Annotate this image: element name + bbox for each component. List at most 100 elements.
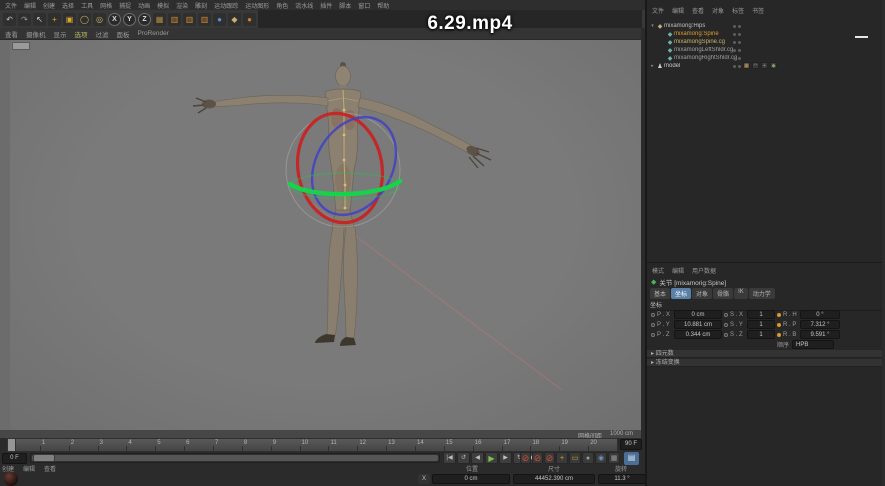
menu-item[interactable]: 渲染 <box>176 1 188 10</box>
timeline-tick[interactable]: 17 <box>502 439 531 451</box>
undo-icon[interactable]: ↶ <box>3 13 16 26</box>
visibility-dots[interactable] <box>733 57 741 60</box>
timeline-tick[interactable]: 9 <box>271 439 300 451</box>
object-row[interactable]: ◆ mixamorigRightShldr.cg <box>647 54 797 62</box>
anim-dot-sx[interactable] <box>724 313 728 317</box>
object-label[interactable]: mixamorigLeftShldr.cg <box>674 47 733 53</box>
attribute-menu-item[interactable]: 模式 <box>652 266 664 275</box>
object-manager-menu-item[interactable]: 查看 <box>692 6 704 15</box>
viewport-menu-item[interactable]: 面板 <box>117 29 130 39</box>
primitive-cube-icon[interactable]: ● <box>213 13 226 26</box>
render-view-icon[interactable]: ▥ <box>168 13 181 26</box>
rotation-x-field[interactable]: 11.3 ° <box>598 474 646 484</box>
attribute-tab[interactable]: IK <box>734 288 748 299</box>
play-backwards-button[interactable]: ◀ <box>471 452 484 464</box>
attribute-menu-item[interactable]: 编辑 <box>672 266 684 275</box>
menu-item[interactable]: 捕捉 <box>119 1 131 10</box>
freeze-transform-section[interactable]: ▸ 冻结变换 <box>647 359 885 367</box>
timeline-tick[interactable]: 20 <box>588 439 617 451</box>
viewport-menu-item[interactable]: 显示 <box>54 29 67 39</box>
timeline-tick[interactable]: 7 <box>213 439 242 451</box>
generator-icon[interactable]: ● <box>243 13 256 26</box>
point-level-animation-icon[interactable]: ● <box>582 452 594 464</box>
menu-item[interactable]: 运动图形 <box>245 1 269 10</box>
rh-field[interactable]: 0 ° <box>800 310 840 319</box>
phong-tag-icon[interactable]: ◠ <box>752 62 759 69</box>
px-field[interactable]: 0 cm <box>674 310 722 319</box>
timeline-tick[interactable]: 4 <box>126 439 155 451</box>
coordinate-system-icon[interactable]: ▦ <box>153 13 166 26</box>
scale-tool-icon[interactable]: ▣ <box>63 13 76 26</box>
render-settings-icon[interactable]: ▥ <box>183 13 196 26</box>
anim-dot-pz[interactable] <box>651 333 655 337</box>
rp-field[interactable]: 7.312 ° <box>800 320 840 329</box>
anim-dot-sz[interactable] <box>724 333 728 337</box>
timeline-end-frame-field[interactable]: 90 F <box>620 439 642 450</box>
play-button[interactable]: ▶ <box>485 452 498 464</box>
move-tool-icon[interactable]: + <box>48 13 61 26</box>
timeline-tick[interactable]: 19 <box>559 439 588 451</box>
menu-item[interactable]: 流水线 <box>295 1 313 10</box>
menu-item[interactable]: 编辑 <box>24 1 36 10</box>
menu-item[interactable]: 角色 <box>276 1 288 10</box>
menu-item[interactable]: 选择 <box>62 1 74 10</box>
menu-item[interactable]: 网格 <box>100 1 112 10</box>
lock-z-axis-icon[interactable]: Z <box>138 13 151 26</box>
timeline-tick[interactable]: 12 <box>357 439 386 451</box>
spline-pen-icon[interactable]: ◆ <box>228 13 241 26</box>
timeline-tick[interactable]: 1 <box>40 439 69 451</box>
sz-field[interactable]: 1 <box>747 330 775 339</box>
anim-dot-py[interactable] <box>651 323 655 327</box>
object-row[interactable]: ◆ mixamorigLeftShldr.cg <box>647 46 797 54</box>
viewport-menu-item[interactable]: 选项 <box>75 29 88 39</box>
visibility-dots[interactable] <box>733 49 741 52</box>
viewport-menu-item[interactable]: ProRender <box>138 30 169 37</box>
texture-tag-icon[interactable]: ▦ <box>743 62 750 69</box>
live-selection-icon[interactable]: ↖ <box>33 13 46 26</box>
record-position-disabled-icon[interactable]: ⊘ <box>520 452 531 464</box>
menu-item[interactable]: 帮助 <box>377 1 389 10</box>
parameter-record-icon[interactable]: ◉ <box>595 452 607 464</box>
size-x-field[interactable]: 44452.390 cm <box>513 474 595 484</box>
object-manager-menu-item[interactable]: 对象 <box>712 6 724 15</box>
pz-field[interactable]: 0.344 cm <box>674 330 722 339</box>
position-column-header[interactable]: 位置 <box>432 464 512 473</box>
object-row[interactable]: ◆ mixamorig:Spine <box>647 30 797 38</box>
menu-item[interactable]: 模拟 <box>157 1 169 10</box>
object-row[interactable]: ▾ ◆ mixamorig:Hips <box>647 22 797 30</box>
timeline-tick[interactable]: 2 <box>69 439 98 451</box>
record-scale-disabled-icon[interactable]: ⊘ <box>532 452 543 464</box>
object-label[interactable]: mixamorig:Spine <box>674 31 719 37</box>
timeline-tick[interactable]: 10 <box>300 439 329 451</box>
lock-y-axis-icon[interactable]: Y <box>123 13 136 26</box>
autokey-icon[interactable]: ▭ <box>569 452 581 464</box>
render-queue-icon[interactable]: ▥ <box>198 13 211 26</box>
rotate-tool-icon[interactable]: ◯ <box>78 13 91 26</box>
menu-item[interactable]: 窗口 <box>358 1 370 10</box>
weight-tag-icon[interactable]: + <box>761 62 768 69</box>
sy-field[interactable]: 1 <box>747 320 775 329</box>
rotation-column-header[interactable]: 旋转 <box>596 464 646 473</box>
timeline-playhead[interactable] <box>7 438 16 452</box>
timeline-ruler[interactable]: 01234567891011121314151617181920 <box>10 438 618 452</box>
menu-item[interactable]: 动画 <box>138 1 150 10</box>
go-to-start-button[interactable]: |◀ <box>443 452 456 464</box>
object-manager-menu-item[interactable]: 文件 <box>652 6 664 15</box>
timeline-tick[interactable]: 18 <box>530 439 559 451</box>
next-frame-button[interactable]: ▶ <box>499 452 512 464</box>
rb-field[interactable]: 9.591 ° <box>800 330 840 339</box>
perspective-viewport[interactable] <box>10 40 641 430</box>
panel-divider-handle[interactable] <box>855 36 868 38</box>
py-field[interactable]: 10.881 cm <box>674 320 722 329</box>
anim-dot-rh[interactable] <box>777 313 781 317</box>
timeline-range-bar[interactable] <box>32 455 438 461</box>
record-keyframe-icon[interactable]: + <box>556 452 568 464</box>
visibility-dots[interactable] <box>733 41 741 44</box>
sx-field[interactable]: 1 <box>747 310 775 319</box>
viewport-menu-item[interactable]: 摄像机 <box>26 29 46 39</box>
visibility-dots[interactable] <box>733 25 741 28</box>
expander-icon[interactable]: ▾ <box>649 23 656 29</box>
attribute-tab[interactable]: 坐标 <box>671 288 691 299</box>
size-column-header[interactable]: 尺寸 <box>512 464 596 473</box>
redo-icon[interactable]: ↷ <box>18 13 31 26</box>
